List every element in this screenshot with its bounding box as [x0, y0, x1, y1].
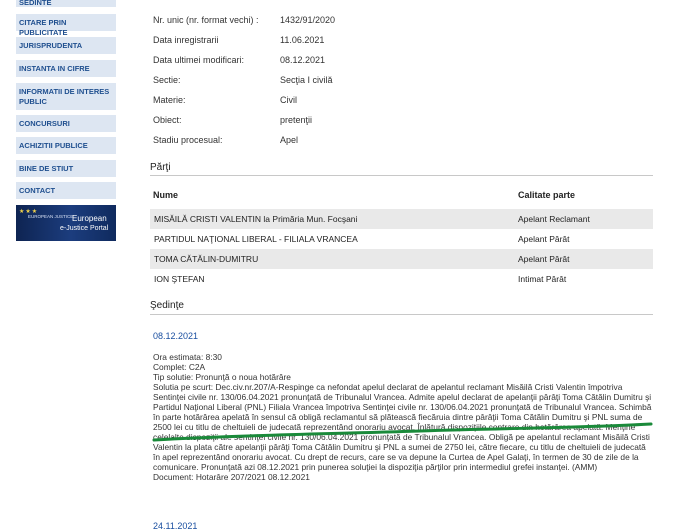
highlight-underline	[152, 422, 653, 442]
next-hearing-date: 24.11.2021	[153, 521, 198, 531]
